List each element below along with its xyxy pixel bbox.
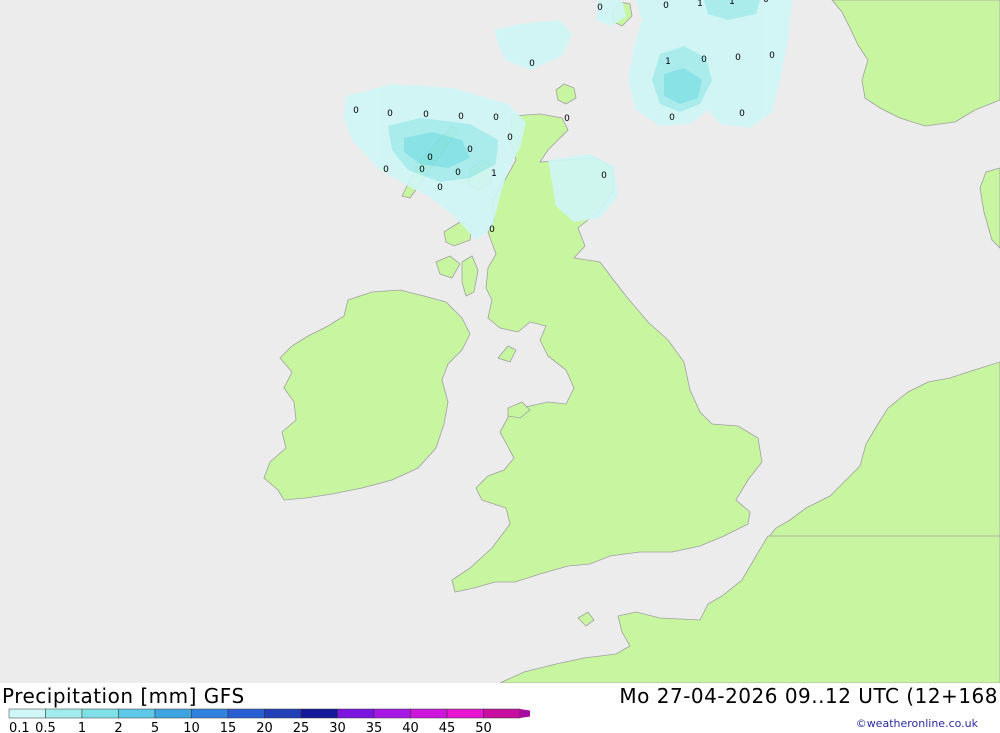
map-value-label: 0 — [769, 51, 775, 61]
legend-swatch — [410, 708, 448, 719]
map-value-label: 0 — [597, 3, 603, 13]
map-value-label: 0 — [601, 171, 607, 181]
legend-swatch — [45, 708, 83, 719]
legend-swatch — [264, 708, 302, 719]
legend-tick-label: 45 — [439, 721, 456, 733]
legend-swatch — [483, 708, 521, 719]
legend-swatch — [81, 708, 119, 719]
map-value-label: 0 — [564, 114, 570, 124]
legend-arrow — [520, 709, 530, 718]
legend-tick-label: 25 — [293, 721, 310, 733]
map-value-label: 0 — [739, 109, 745, 119]
map-value-label: 0 — [735, 53, 741, 63]
legend-swatch — [118, 708, 156, 719]
legend-tick-label: 30 — [329, 721, 346, 733]
map-value-label: 0 — [387, 109, 393, 119]
legend-swatch — [227, 708, 265, 719]
map-value-label: 0 — [383, 165, 389, 175]
legend-swatch — [8, 708, 46, 719]
map-value-label: 0 — [529, 59, 535, 69]
legend-tick-label: 20 — [256, 721, 273, 733]
map-value-label: 1 — [491, 169, 497, 179]
map-value-label: 0 — [353, 106, 359, 116]
map-value-label: 0 — [458, 112, 464, 122]
legend-swatch — [373, 708, 411, 719]
map-value-label: 0 — [663, 1, 669, 11]
color-legend: 0.1 0.5 1 2 5 10 15 20 25 30 35 40 45 50 — [8, 708, 530, 733]
map-value-label: 0 — [489, 225, 495, 235]
legend-tick-label: 0.5 — [35, 721, 56, 733]
legend-swatch — [191, 708, 229, 719]
map-value-label: 0 — [467, 145, 473, 155]
legend-swatch — [154, 708, 192, 719]
legend-tick-label: 5 — [151, 721, 159, 733]
legend-swatch — [300, 708, 338, 719]
legend-tick-label: 2 — [114, 721, 122, 733]
credit-link[interactable]: ©weatheronline.co.uk — [856, 717, 978, 730]
map-value-label: 0 — [423, 110, 429, 120]
map-value-label: 0 — [455, 168, 461, 178]
map-value-label: 0 — [493, 113, 499, 123]
map-value-label: 0 — [427, 153, 433, 163]
map-value-label: 0 — [419, 165, 425, 175]
legend-tick-label: 40 — [402, 721, 419, 733]
legend-swatch — [337, 708, 375, 719]
map-value-label: 1 — [665, 57, 671, 67]
legend-tick-label: 1 — [78, 721, 86, 733]
map-title: Precipitation [mm] GFS — [2, 684, 245, 708]
legend-tick-label: 50 — [475, 721, 492, 733]
map-value-label: 1 — [729, 0, 735, 7]
valid-time: Mo 27-04-2026 09..12 UTC (12+168 — [619, 684, 998, 708]
legend-tick-label: 15 — [220, 721, 237, 733]
legend-swatch — [446, 708, 484, 719]
map-value-label: 0 — [763, 0, 769, 5]
precipitation-map: 0 0 1 1 00 1 0 0 00 00 0 0 0 0 00 0 0 1 000000 — [0, 0, 1000, 683]
map-value-label: 1 — [697, 0, 703, 9]
legend-tick-label: 0.1 — [9, 721, 30, 733]
precip-area-northsea — [628, 0, 792, 128]
map-value-label: 0 — [701, 55, 707, 65]
legend-tick-label: 10 — [183, 721, 200, 733]
map-value-label: 0 — [507, 133, 513, 143]
legend-tick-label: 35 — [366, 721, 383, 733]
map-value-label: 0 — [437, 183, 443, 193]
map-value-label: 0 — [669, 113, 675, 123]
